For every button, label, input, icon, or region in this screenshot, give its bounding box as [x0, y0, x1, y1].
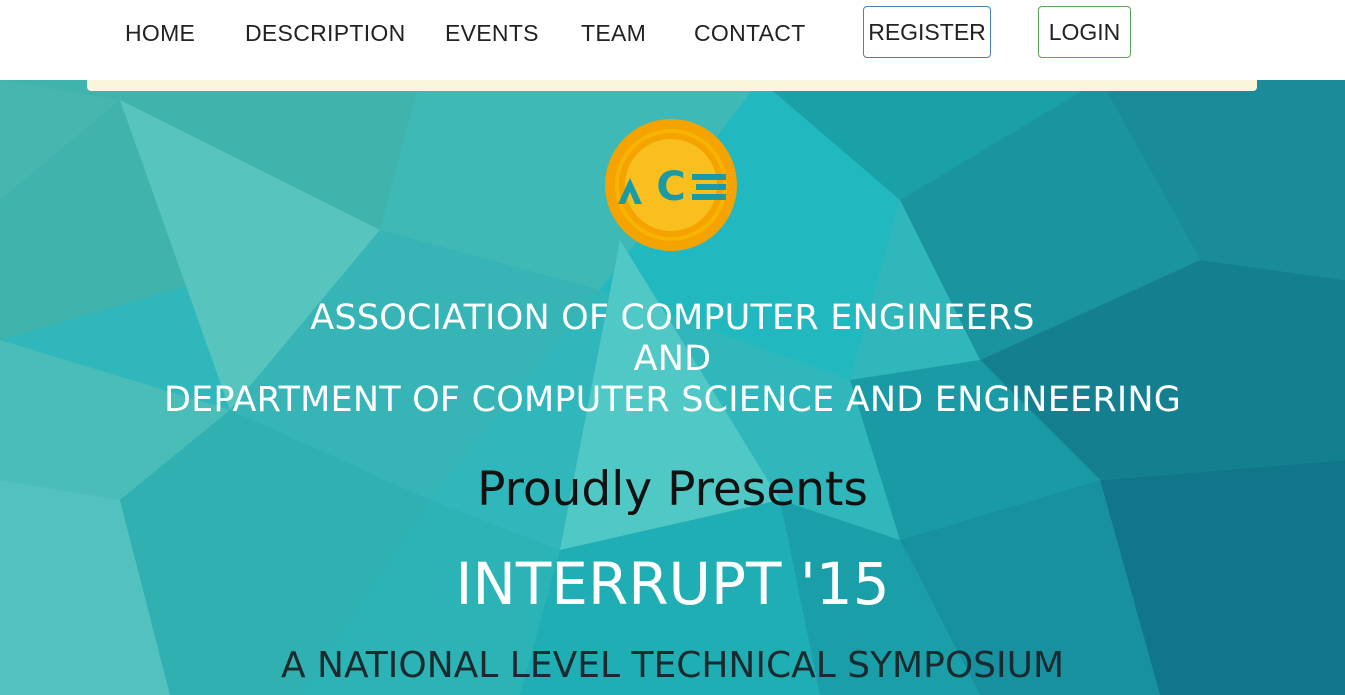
event-title: INTERRUPT '15 — [455, 550, 890, 618]
ace-logo-icon: C — [605, 119, 737, 251]
nav-home-link[interactable]: HOME — [125, 20, 195, 47]
org-line-3: DEPARTMENT OF COMPUTER SCIENCE AND ENGIN… — [163, 380, 1182, 420]
event-tagline: A NATIONAL LEVEL TECHNICAL SYMPOSIUM — [280, 645, 1065, 686]
org-line-2: AND — [633, 339, 712, 379]
svg-text:C: C — [656, 164, 685, 210]
navbar-bottom-strip — [87, 80, 1257, 91]
register-button[interactable]: REGISTER — [863, 6, 991, 58]
hero-section: C ASSOCIATION OF COMPUTER ENGINEERS AND … — [0, 80, 1345, 695]
nav-contact-link[interactable]: CONTACT — [694, 20, 806, 47]
presents-heading: Proudly Presents — [477, 462, 868, 517]
nav-team-link[interactable]: TEAM — [581, 20, 646, 47]
nav-events-link[interactable]: EVENTS — [445, 20, 539, 47]
nav-description-link[interactable]: DESCRIPTION — [245, 20, 405, 47]
top-navbar: HOME DESCRIPTION EVENTS TEAM CONTACT REG… — [0, 0, 1345, 80]
org-line-1: ASSOCIATION OF COMPUTER ENGINEERS — [310, 298, 1035, 338]
login-button[interactable]: LOGIN — [1038, 6, 1131, 58]
